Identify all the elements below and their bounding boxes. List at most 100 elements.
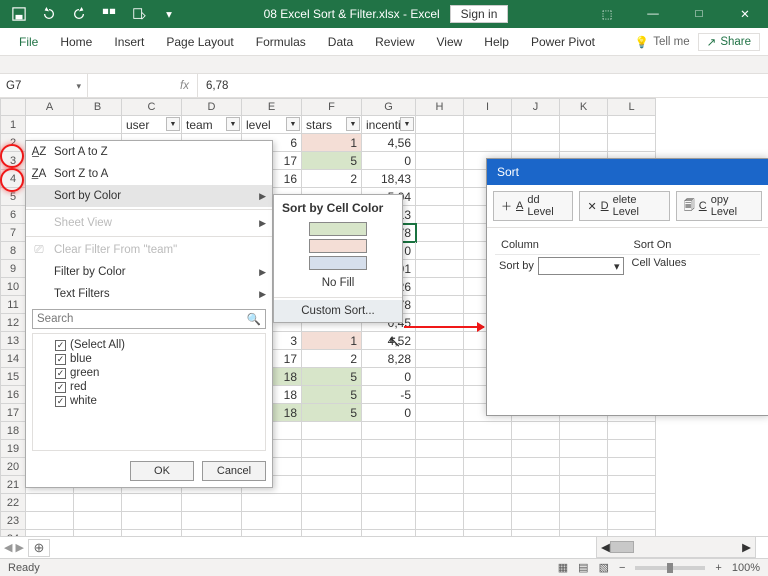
cell-K19[interactable] bbox=[560, 440, 608, 458]
cell-B1[interactable] bbox=[74, 116, 122, 134]
sort-column-select[interactable]: ▾ bbox=[538, 257, 624, 275]
cell-A22[interactable] bbox=[26, 494, 74, 512]
qat-customize-icon[interactable]: ▾ bbox=[154, 0, 184, 28]
cell-G15[interactable]: 0 bbox=[362, 368, 416, 386]
cell-H8[interactable] bbox=[416, 242, 464, 260]
ok-button[interactable]: OK bbox=[130, 461, 194, 481]
cell-G4[interactable]: 18,43 bbox=[362, 170, 416, 188]
cell-F4[interactable]: 2 bbox=[302, 170, 362, 188]
col-header-L[interactable]: L bbox=[608, 98, 656, 116]
tab-file[interactable]: File bbox=[8, 28, 49, 55]
zoom-level[interactable]: 100% bbox=[732, 562, 760, 574]
qat-save-as-icon[interactable] bbox=[124, 0, 154, 28]
col-header-E[interactable]: E bbox=[242, 98, 302, 116]
menu-sort-za[interactable]: Z̲ASort Z to A bbox=[26, 163, 272, 185]
row-header-8[interactable]: 8 bbox=[0, 242, 26, 260]
row-header-1[interactable]: 1 bbox=[0, 116, 26, 134]
row-header-20[interactable]: 20 bbox=[0, 458, 26, 476]
cell-H19[interactable] bbox=[416, 440, 464, 458]
cell-H12[interactable] bbox=[416, 314, 464, 332]
col-header-H[interactable]: H bbox=[416, 98, 464, 116]
col-header-I[interactable]: I bbox=[464, 98, 512, 116]
checkbox[interactable]: ✓ bbox=[55, 396, 66, 407]
cell-L21[interactable] bbox=[608, 476, 656, 494]
cell-H22[interactable] bbox=[416, 494, 464, 512]
cell-L20[interactable] bbox=[608, 458, 656, 476]
cell-H6[interactable] bbox=[416, 206, 464, 224]
tell-me-search[interactable]: 💡Tell me bbox=[627, 35, 698, 49]
cell-D22[interactable] bbox=[182, 494, 242, 512]
cell-J21[interactable] bbox=[512, 476, 560, 494]
tab-insert[interactable]: Insert bbox=[103, 28, 155, 55]
cell-G16[interactable]: -5 bbox=[362, 386, 416, 404]
cell-G20[interactable] bbox=[362, 458, 416, 476]
cell-J23[interactable] bbox=[512, 512, 560, 530]
cell-L2[interactable] bbox=[608, 134, 656, 152]
color-swatch-blue[interactable] bbox=[309, 256, 367, 270]
col-header-D[interactable]: D bbox=[182, 98, 242, 116]
filter-dropdown-C[interactable]: ▼ bbox=[166, 117, 180, 131]
cell-F13[interactable]: 1 bbox=[302, 332, 362, 350]
formula-input[interactable]: 6,78 bbox=[198, 74, 768, 97]
minimize-icon[interactable]: — bbox=[630, 0, 676, 28]
cell-I23[interactable] bbox=[464, 512, 512, 530]
tab-help[interactable]: Help bbox=[473, 28, 520, 55]
filter-dropdown-D[interactable]: ▼ bbox=[226, 117, 240, 131]
custom-sort-menuitem[interactable]: Custom Sort... bbox=[274, 300, 402, 322]
color-swatch-orange[interactable] bbox=[309, 239, 367, 253]
cell-F2[interactable]: 1 bbox=[302, 134, 362, 152]
row-header-21[interactable]: 21 bbox=[0, 476, 26, 494]
cell-I20[interactable] bbox=[464, 458, 512, 476]
tab-review[interactable]: Review bbox=[364, 28, 425, 55]
cell-L19[interactable] bbox=[608, 440, 656, 458]
tab-formulas[interactable]: Formulas bbox=[245, 28, 317, 55]
filter-dropdown-F[interactable]: ▼ bbox=[346, 117, 360, 131]
filter-dropdown-G[interactable]: ▼ bbox=[400, 117, 414, 131]
cell-J1[interactable] bbox=[512, 116, 560, 134]
filter-value-list[interactable]: ✓(Select All) ✓blue ✓green ✓red ✓white bbox=[32, 333, 266, 451]
delete-level-button[interactable]: ✕Delete Level bbox=[579, 191, 669, 221]
add-sheet-button[interactable]: ⊕ bbox=[28, 539, 50, 557]
view-layout-icon[interactable]: ▤ bbox=[578, 561, 588, 574]
row-header-22[interactable]: 22 bbox=[0, 494, 26, 512]
cell-F19[interactable] bbox=[302, 440, 362, 458]
cell-G1[interactable]: incenti▼ bbox=[362, 116, 416, 134]
cell-G18[interactable] bbox=[362, 422, 416, 440]
cell-B22[interactable] bbox=[74, 494, 122, 512]
cell-J22[interactable] bbox=[512, 494, 560, 512]
cell-E1[interactable]: level▼ bbox=[242, 116, 302, 134]
cell-H3[interactable] bbox=[416, 152, 464, 170]
cell-I22[interactable] bbox=[464, 494, 512, 512]
cell-J20[interactable] bbox=[512, 458, 560, 476]
horizontal-scrollbar[interactable]: ◀▶ bbox=[596, 536, 756, 558]
cell-H5[interactable] bbox=[416, 188, 464, 206]
cell-A23[interactable] bbox=[26, 512, 74, 530]
cell-G22[interactable] bbox=[362, 494, 416, 512]
tab-home[interactable]: Home bbox=[49, 28, 103, 55]
cell-H4[interactable] bbox=[416, 170, 464, 188]
cell-H16[interactable] bbox=[416, 386, 464, 404]
col-header-K[interactable]: K bbox=[560, 98, 608, 116]
cell-C22[interactable] bbox=[122, 494, 182, 512]
cell-F21[interactable] bbox=[302, 476, 362, 494]
cell-G23[interactable] bbox=[362, 512, 416, 530]
filter-search-input[interactable]: Search🔍 bbox=[32, 309, 266, 329]
row-header-13[interactable]: 13 bbox=[0, 332, 26, 350]
cell-G14[interactable]: 8,28 bbox=[362, 350, 416, 368]
cell-F15[interactable]: 5 bbox=[302, 368, 362, 386]
cell-I19[interactable] bbox=[464, 440, 512, 458]
add-level-button[interactable]: ＋AAdd Leveldd Level bbox=[493, 191, 573, 221]
cell-G3[interactable]: 0 bbox=[362, 152, 416, 170]
col-header-J[interactable]: J bbox=[512, 98, 560, 116]
zoom-in-icon[interactable]: + bbox=[715, 562, 721, 574]
cell-F17[interactable]: 5 bbox=[302, 404, 362, 422]
cell-D23[interactable] bbox=[182, 512, 242, 530]
close-icon[interactable]: ✕ bbox=[722, 0, 768, 28]
checkbox[interactable]: ✓ bbox=[55, 382, 66, 393]
view-pagebreak-icon[interactable]: ▧ bbox=[599, 561, 609, 574]
menu-text-filters[interactable]: Text Filters▶ bbox=[26, 283, 272, 305]
row-header-23[interactable]: 23 bbox=[0, 512, 26, 530]
tab-data[interactable]: Data bbox=[317, 28, 364, 55]
cell-H1[interactable] bbox=[416, 116, 464, 134]
cell-H23[interactable] bbox=[416, 512, 464, 530]
